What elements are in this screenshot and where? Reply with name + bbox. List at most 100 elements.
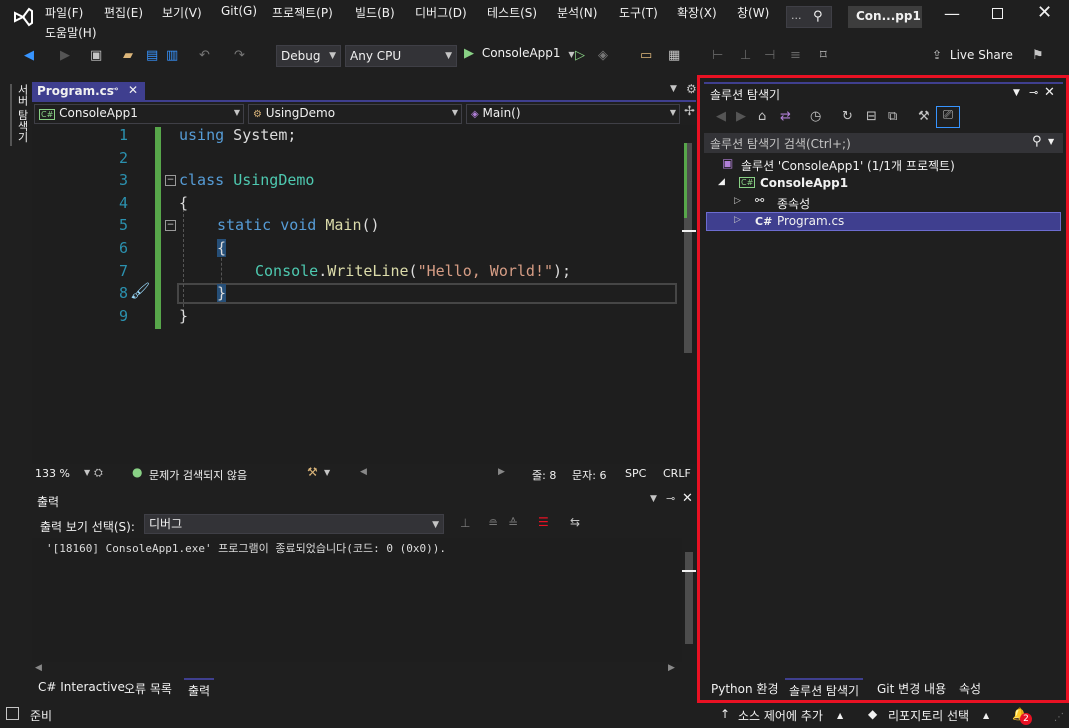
tab-git-changes[interactable]: Git 변경 내용 (873, 678, 950, 698)
code-editor[interactable]: − − 🖌 (32, 125, 682, 465)
pin-icon[interactable]: ⊸ (110, 84, 118, 95)
tab-overflow-icon[interactable]: ▼ (670, 84, 677, 94)
menu-edit[interactable]: 편집(E) (104, 4, 143, 21)
collapse-all-icon[interactable]: ⊟ (866, 108, 877, 126)
panel-menu-icon[interactable]: ▼ (1013, 88, 1020, 98)
new-project-icon[interactable]: ▣ (90, 47, 102, 65)
tree-item-solution[interactable]: ▣ 솔루션 'ConsoleApp1' (1/1개 프로젝트) (706, 155, 1061, 174)
clear-all-icon[interactable]: ☰ (538, 515, 549, 529)
start-debugging-button[interactable]: ▶ ConsoleApp1 ▼ (464, 46, 575, 68)
start-without-debugging-icon[interactable]: ▷ (575, 47, 585, 65)
output-status-icon[interactable] (6, 707, 19, 720)
close-panel-icon[interactable]: ✕ (1044, 85, 1055, 100)
switch-views-icon[interactable]: ⇄ (780, 108, 791, 126)
save-icon[interactable]: ▤ (146, 47, 158, 65)
feedback-icon[interactable]: ⚑ (1032, 47, 1044, 65)
output-vertical-scrollbar[interactable] (682, 538, 696, 662)
pin-icon[interactable]: ⊸ (1029, 86, 1038, 99)
maximize-button[interactable] (992, 8, 1003, 19)
redo-icon[interactable]: ↷ (234, 47, 245, 65)
home-icon[interactable]: ⌂ (758, 108, 766, 126)
word-wrap-icon[interactable]: ⇆ (570, 515, 580, 529)
tree-item-dependencies[interactable]: ▷ ⚯ 종속성 (706, 193, 1061, 212)
forward-icon[interactable]: ▶ (736, 108, 746, 126)
nav-class-select[interactable]: ⚙ UsingDemo ▼ (248, 104, 462, 124)
column-indicator[interactable]: 문자: 6 (572, 467, 606, 483)
align-center-icon[interactable]: ⊥ (740, 47, 751, 65)
back-icon[interactable]: ◀ (716, 108, 726, 126)
search-box[interactable]: ... ⚲ (786, 6, 832, 28)
bookmark-icon[interactable]: ⌑ (820, 47, 827, 65)
undo-icon[interactable]: ↶ (199, 47, 210, 65)
menu-project[interactable]: 프로젝트(P) (272, 4, 333, 21)
preview-selected-icon[interactable]: ⎚ (936, 106, 960, 128)
save-all-icon[interactable]: ▥ (166, 47, 178, 65)
menu-extensions[interactable]: 확장(X) (677, 4, 717, 21)
output-source-select[interactable]: 디버그 ▼ (144, 514, 444, 534)
forward-icon[interactable]: ▶ (60, 47, 70, 65)
hot-reload-icon[interactable]: ◈ (598, 47, 608, 65)
live-share-button[interactable]: ⇪ Live Share (932, 48, 1013, 62)
collapsed-arrow-icon[interactable]: ▷ (734, 215, 741, 225)
nav-project-select[interactable]: C# ConsoleApp1 ▼ (34, 104, 244, 124)
server-explorer-strip[interactable]: 서버 탐색기 (10, 84, 29, 146)
align-right-icon[interactable]: ⊣ (764, 47, 775, 65)
zoom-level[interactable]: 133 % (35, 467, 70, 480)
nav-member-select[interactable]: ◈ Main() ▼ (466, 104, 680, 124)
tab-python-environments[interactable]: Python 환경 (707, 678, 783, 698)
collapse-method-icon[interactable]: − (165, 220, 176, 231)
close-window-button[interactable]: ✕ (1037, 2, 1052, 23)
scroll-right-icon[interactable]: ▶ (668, 663, 675, 673)
issues-status[interactable]: 문제가 검색되지 않음 (149, 467, 247, 483)
settings-icon[interactable]: ⚙ (686, 82, 697, 96)
menu-build[interactable]: 빌드(B) (355, 4, 395, 21)
resize-grip-icon[interactable]: ⋰ (1054, 712, 1064, 723)
menu-analyze[interactable]: 분석(N) (557, 4, 597, 21)
editor-vertical-scrollbar[interactable] (682, 125, 696, 465)
line-indicator[interactable]: 줄: 8 (532, 467, 556, 483)
minimize-button[interactable]: — (944, 4, 960, 23)
add-to-source-control[interactable]: 소스 제어에 추가 (738, 707, 823, 724)
platform-select[interactable]: Any CPU ▼ (345, 45, 457, 67)
chevron-down-icon[interactable]: ▼ (324, 468, 330, 477)
find-message-icon[interactable]: ⊥ (460, 516, 470, 530)
tab-output[interactable]: 출력 (184, 678, 215, 698)
broom-icon[interactable]: ⚒ (307, 465, 318, 479)
select-repository[interactable]: 리포지토리 선택 (888, 707, 969, 724)
sync-icon[interactable]: ↻ (842, 108, 853, 126)
back-icon[interactable]: ◀ (24, 47, 34, 65)
scroll-right-icon[interactable]: ▶ (498, 467, 505, 477)
menu-test[interactable]: 테스트(S) (487, 4, 537, 21)
menu-debug[interactable]: 디버그(D) (415, 4, 467, 21)
tab-properties[interactable]: 속성 (955, 678, 985, 698)
tab-program-cs[interactable]: Program.cs ⊸ ✕ (32, 82, 145, 102)
chevron-down-icon[interactable]: ▼ (1048, 137, 1054, 146)
pin-icon[interactable]: ⊸ (666, 492, 675, 505)
align-left-icon[interactable]: ⊢ (712, 47, 723, 65)
menu-view[interactable]: 보기(V) (162, 4, 202, 21)
next-message-icon[interactable]: ≙ (508, 516, 518, 530)
collapsed-arrow-icon[interactable]: ▷ (734, 196, 741, 206)
spell-check-icon[interactable]: ⛭ (94, 466, 103, 480)
pending-changes-icon[interactable]: ◷ (810, 108, 821, 126)
tree-item-project[interactable]: ◢ C# ConsoleApp1 (706, 174, 1061, 193)
panel-menu-icon[interactable]: ▼ (650, 494, 657, 504)
menu-file[interactable]: 파일(F) (45, 4, 83, 21)
close-tab-icon[interactable]: ✕ (128, 83, 138, 97)
comment-icon[interactable]: ≡ (790, 47, 801, 65)
open-folder-icon[interactable]: ▰ (123, 47, 133, 65)
configuration-select[interactable]: Debug ▼ (276, 45, 341, 67)
menu-tools[interactable]: 도구(T) (619, 4, 658, 21)
menu-window[interactable]: 창(W) (737, 4, 769, 21)
scroll-thumb[interactable] (685, 552, 693, 644)
chevron-down-icon[interactable]: ▼ (84, 468, 90, 477)
menu-git[interactable]: Git(G) (221, 4, 257, 18)
line-ending-indicator[interactable]: CRLF (663, 467, 691, 480)
show-all-files-icon[interactable]: ⧉ (888, 108, 897, 126)
whitespace-indicator[interactable]: SPC (625, 467, 646, 480)
layout-icon[interactable]: ▦ (668, 47, 680, 65)
tab-csharp-interactive[interactable]: C# Interactive (34, 678, 129, 698)
properties-wrench-icon[interactable]: ⚒ (918, 108, 930, 126)
scroll-left-icon[interactable]: ◀ (360, 467, 367, 477)
tree-item-program-cs[interactable]: ▷ C# Program.cs (706, 212, 1061, 231)
